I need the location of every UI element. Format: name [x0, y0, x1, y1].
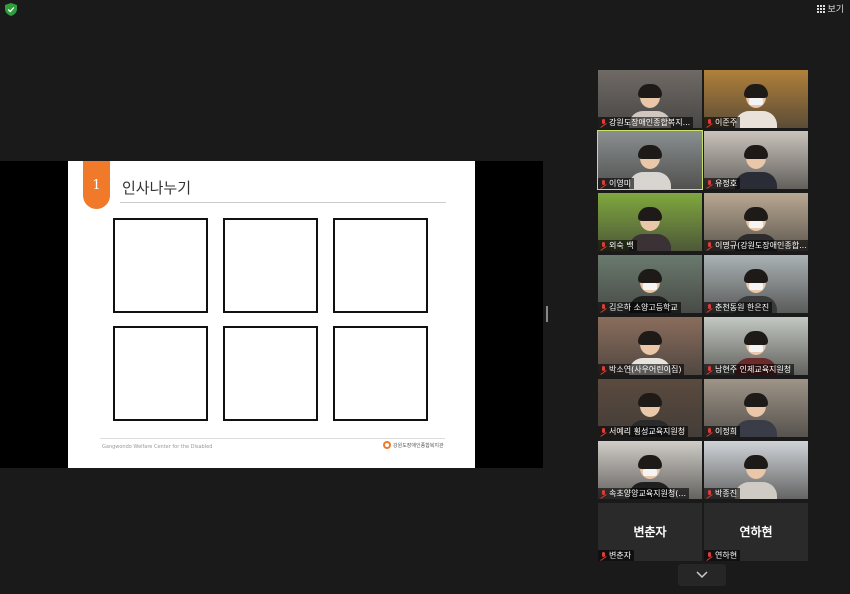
participant-tile[interactable]: 춘천동원 한은진 — [704, 255, 808, 313]
participant-name: 서예리 횡성교육지원청 — [609, 427, 686, 436]
title-divider — [120, 202, 446, 203]
slide-title: 인사나누기 — [122, 179, 192, 197]
participant-tile[interactable]: 이영미 — [597, 130, 703, 190]
participant-name: 이준주 — [715, 118, 738, 127]
participant-tile[interactable]: 박종진 — [704, 441, 808, 499]
photo-frame — [333, 218, 428, 313]
participant-name-label: 이준주 — [704, 117, 741, 128]
mic-muted-icon — [706, 118, 713, 127]
participant-name: 유정호 — [715, 179, 738, 188]
slide-number: 1 — [92, 178, 101, 193]
mic-muted-icon — [706, 303, 713, 312]
participant-tile[interactable]: 속초양양교육지원청(... — [598, 441, 702, 499]
participant-name: 외숙 백 — [609, 241, 634, 250]
photo-frame — [113, 218, 208, 313]
participant-name-label: 남현주 인제교육지원청 — [704, 364, 795, 375]
participant-name-label: 박종진 — [704, 488, 741, 499]
presentation-slide: 1 인사나누기 Gangwondo Welfare Center for the… — [68, 161, 475, 468]
participant-name-label: 변춘자 — [598, 550, 635, 561]
participant-name: 이영미 — [609, 179, 632, 188]
participant-name-label: 서예리 횡성교육지원청 — [598, 426, 689, 437]
mic-muted-icon — [706, 365, 713, 374]
participant-avatar — [735, 393, 777, 437]
participant-name-label: 유정호 — [704, 178, 741, 189]
mic-muted-icon — [706, 427, 713, 436]
photo-frame — [113, 326, 208, 421]
participant-name: 김은하 소양고등학교 — [609, 303, 678, 312]
participant-tile[interactable]: 김은하 소양고등학교 — [598, 255, 702, 313]
participant-tile[interactable]: 남현주 인제교육지원청 — [704, 317, 808, 375]
participant-name: 박소연(사우어린이집) — [609, 365, 682, 374]
photo-frame — [333, 326, 428, 421]
mic-muted-icon — [600, 179, 607, 188]
chevron-down-icon — [696, 571, 708, 579]
participant-name: 속초양양교육지원청(... — [609, 489, 686, 498]
mic-muted-icon — [706, 551, 713, 560]
participant-tile[interactable]: 연하현 연하현 — [704, 503, 808, 561]
grid-icon — [817, 4, 826, 13]
participant-tile[interactable]: 외숙 백 — [598, 193, 702, 251]
participant-name: 강원도장애인종합복지... — [609, 118, 691, 127]
logo-icon — [383, 441, 391, 449]
participant-name-label: 이영미 — [598, 178, 635, 189]
footer-logo-text: 강원도장애인종합복지관 — [393, 442, 444, 449]
participant-avatar — [629, 145, 671, 189]
mic-muted-icon — [600, 427, 607, 436]
mic-muted-icon — [706, 241, 713, 250]
participant-name-label: 속초양양교육지원청(... — [598, 488, 689, 499]
participant-name: 변춘자 — [609, 551, 632, 560]
shared-screen: 1 인사나누기 Gangwondo Welfare Center for the… — [0, 161, 543, 468]
footer-divider — [100, 438, 445, 439]
participant-tile[interactable]: 유정호 — [704, 131, 808, 189]
mic-muted-icon — [706, 179, 713, 188]
participant-name: 이정희 — [715, 427, 738, 436]
mic-muted-icon — [600, 365, 607, 374]
participant-tile[interactable]: 서예리 횡성교육지원청 — [598, 379, 702, 437]
mic-muted-icon — [706, 489, 713, 498]
mic-muted-icon — [600, 551, 607, 560]
participant-avatar — [735, 145, 777, 189]
participant-avatar — [735, 84, 777, 128]
photo-frame — [223, 326, 318, 421]
view-button[interactable]: 보기 — [817, 2, 844, 15]
scroll-down-button[interactable] — [678, 564, 726, 586]
footer-logo: 강원도장애인종합복지관 — [383, 441, 444, 449]
participant-name-label: 김은하 소양고등학교 — [598, 302, 681, 313]
mic-muted-icon — [600, 303, 607, 312]
participant-name-label: 박소연(사우어린이집) — [598, 364, 685, 375]
participant-tile[interactable]: 박소연(사우어린이집) — [598, 317, 702, 375]
participant-tile[interactable]: 강원도장애인종합복지... — [598, 70, 702, 128]
participant-display-name: 변춘자 — [633, 525, 667, 539]
participant-name: 박종진 — [715, 489, 738, 498]
participant-name-label: 연하현 — [704, 550, 741, 561]
shield-icon[interactable] — [5, 3, 17, 16]
view-button-label: 보기 — [827, 5, 844, 15]
participant-name: 춘천동원 한은진 — [715, 303, 770, 312]
participant-avatar — [735, 455, 777, 499]
participant-name-label: 이명규(강원도장애인종합... — [704, 240, 808, 251]
participant-name: 이명규(강원도장애인종합... — [715, 241, 807, 250]
participant-name-label: 이정희 — [704, 426, 741, 437]
participant-tile[interactable]: 이준주 — [704, 70, 808, 128]
participant-tile[interactable]: 이정희 — [704, 379, 808, 437]
participant-name: 남현주 인제교육지원청 — [715, 365, 792, 374]
mic-muted-icon — [600, 241, 607, 250]
participant-display-name: 연하현 — [739, 525, 773, 539]
participant-name-label: 강원도장애인종합복지... — [598, 117, 694, 128]
participant-tile[interactable]: 변춘자 변춘자 — [598, 503, 702, 561]
photo-frame — [223, 218, 318, 313]
split-resize-handle[interactable] — [546, 306, 548, 322]
participant-name-label: 외숙 백 — [598, 240, 637, 251]
footer-org-english: Gangwondo Welfare Center for the Disable… — [102, 444, 213, 450]
participant-name-label: 춘천동원 한은진 — [704, 302, 773, 313]
mic-muted-icon — [600, 118, 607, 127]
participant-tile[interactable]: 이명규(강원도장애인종합... — [704, 193, 808, 251]
mic-muted-icon — [600, 489, 607, 498]
participant-name: 연하현 — [715, 551, 738, 560]
